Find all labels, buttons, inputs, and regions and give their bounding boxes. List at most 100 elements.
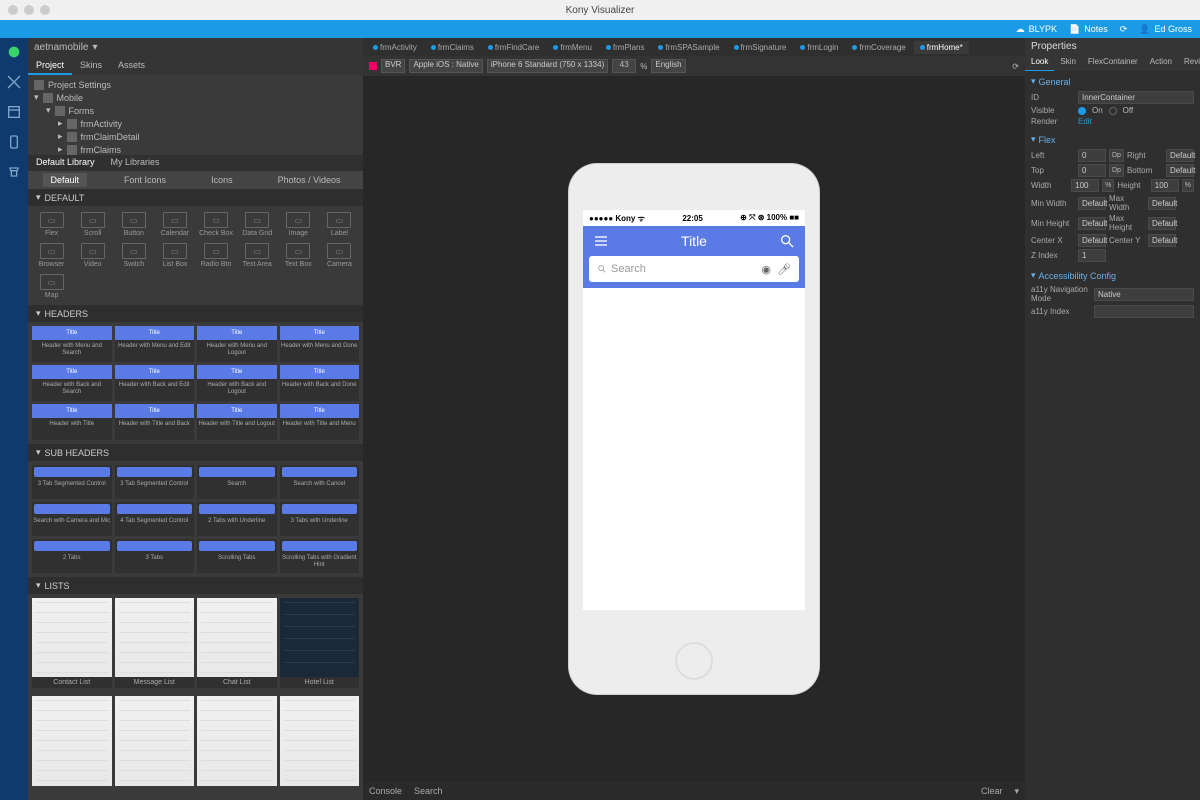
minwidth-input[interactable]: Default <box>1078 197 1106 210</box>
cat-icons[interactable]: Icons <box>203 173 241 187</box>
widget-video[interactable]: ▭Video <box>73 241 112 270</box>
subheader-template[interactable]: 2 Tabs with Underline <box>197 502 277 536</box>
zindex-input[interactable]: 1 <box>1078 249 1106 262</box>
header-template[interactable]: TitleHeader with Menu and Edit <box>115 326 195 362</box>
header-template[interactable]: TitleHeader with Back and Logout <box>197 365 277 401</box>
widget-data-grid[interactable]: ▭Data Grid <box>238 210 277 239</box>
cloud-account[interactable]: ☁ BLYPK <box>1016 24 1057 35</box>
user-account[interactable]: 👤 Ed Gross <box>1139 24 1192 35</box>
subheader-template[interactable]: 4 Tab Segmented Control <box>115 502 195 536</box>
left-input[interactable]: 0 <box>1078 149 1106 162</box>
header-template[interactable]: TitleHeader with Back and Search <box>32 365 112 401</box>
collapse-icon[interactable]: ▾ <box>1014 786 1019 797</box>
proptab-look[interactable]: Look <box>1025 55 1054 71</box>
search-icon[interactable] <box>779 233 795 249</box>
header-template[interactable]: TitleHeader with Back and Done <box>280 365 360 401</box>
store-tool-icon[interactable] <box>6 164 22 180</box>
list-template[interactable] <box>197 696 277 786</box>
form-tab-frmLogin[interactable]: frmLogin <box>794 41 844 54</box>
proptab-skin[interactable]: Skin <box>1054 55 1082 71</box>
widget-label[interactable]: ▭Label <box>320 210 359 239</box>
form-tab-frmSignature[interactable]: frmSignature <box>728 41 793 54</box>
form-tab-frmMenu[interactable]: frmMenu <box>547 41 598 54</box>
section-lists[interactable]: ▾ LISTS <box>28 577 363 594</box>
device-tool-icon[interactable] <box>6 134 22 150</box>
minheight-input[interactable]: Default <box>1078 217 1106 230</box>
list-template[interactable]: Hotel List <box>280 598 360 688</box>
section-a11y[interactable]: ▾ Accessibility Config <box>1031 267 1194 284</box>
header-template[interactable]: TitleHeader with Menu and Done <box>280 326 360 362</box>
design-tool-icon[interactable] <box>6 74 22 90</box>
id-input[interactable]: InnerContainer <box>1078 91 1194 104</box>
centerx-input[interactable]: Default <box>1078 234 1106 247</box>
header-template[interactable]: TitleHeader with Menu and Logout <box>197 326 277 362</box>
subheader-template[interactable]: Search <box>197 465 277 499</box>
tree-row[interactable]: ▾Forms <box>34 104 357 117</box>
menu-icon[interactable] <box>593 233 609 249</box>
subheader-template[interactable]: 2 Tabs <box>32 539 112 573</box>
widget-text-box[interactable]: ▭Text Box <box>279 241 318 270</box>
widget-flex[interactable]: ▭Flex <box>32 210 71 239</box>
widget-scroll[interactable]: ▭Scroll <box>73 210 112 239</box>
channel-select[interactable]: BVR <box>381 59 405 73</box>
tree-row[interactable]: ▾Mobile <box>34 91 357 104</box>
tree-row[interactable]: ▸frmClaimDetail <box>34 130 357 143</box>
console-tab[interactable]: Console <box>369 786 402 796</box>
subheader-template[interactable]: Search with Cancel <box>280 465 360 499</box>
widget-calendar[interactable]: ▭Calendar <box>155 210 194 239</box>
widget-check-box[interactable]: ▭Check Box <box>197 210 236 239</box>
list-template[interactable]: Message List <box>115 598 195 688</box>
section-subheaders[interactable]: ▾ SUB HEADERS <box>28 444 363 461</box>
header-template[interactable]: TitleHeader with Menu and Search <box>32 326 112 362</box>
widget-map[interactable]: ▭Map <box>32 272 71 301</box>
device-select[interactable]: iPhone 6 Standard (750 x 1334) <box>487 59 608 73</box>
language-select[interactable]: English <box>651 59 685 73</box>
tab-my-libraries[interactable]: My Libraries <box>103 155 168 171</box>
centery-input[interactable]: Default <box>1148 234 1176 247</box>
proptab-flex[interactable]: FlexContainer <box>1082 55 1144 71</box>
form-tab-frmHome[interactable]: frmHome* <box>914 41 969 54</box>
form-tab-frmFindCare[interactable]: frmFindCare <box>482 41 545 54</box>
header-template[interactable]: TitleHeader with Title and Logout <box>197 404 277 440</box>
tree-row[interactable]: Project Settings <box>34 79 357 91</box>
sync-icon[interactable]: ⟳ <box>1120 24 1128 35</box>
cat-photos-videos[interactable]: Photos / Videos <box>270 173 349 187</box>
tab-skins[interactable]: Skins <box>72 57 110 75</box>
widget-button[interactable]: ▭Button <box>114 210 153 239</box>
subheader-template[interactable]: 3 Tabs with Underline <box>280 502 360 536</box>
phone-screen[interactable]: ●●●●● Kony ᯤ 22:05 ⊕ ⤧ ⊛ 100% ■■ Title <box>583 210 805 610</box>
section-headers[interactable]: ▾ HEADERS <box>28 305 363 322</box>
console-search-tab[interactable]: Search <box>414 786 443 796</box>
tab-assets[interactable]: Assets <box>110 57 153 75</box>
header-template[interactable]: TitleHeader with Back and Edit <box>115 365 195 401</box>
form-tab-frmCoverage[interactable]: frmCoverage <box>846 41 911 54</box>
console-clear-button[interactable]: Clear <box>981 786 1003 796</box>
zoom-input[interactable]: 43 <box>612 59 636 73</box>
subheader-template[interactable]: Scrolling Tabs <box>197 539 277 573</box>
height-input[interactable]: 100 <box>1151 179 1179 192</box>
widget-text-area[interactable]: ▭Text Area <box>238 241 277 270</box>
canvas-stage[interactable]: ●●●●● Kony ᯤ 22:05 ⊕ ⤧ ⊛ 100% ■■ Title <box>363 76 1025 782</box>
logo-icon[interactable] <box>6 44 22 60</box>
form-tab-frmClaims[interactable]: frmClaims <box>425 41 480 54</box>
header-template[interactable]: TitleHeader with Title and Back <box>115 404 195 440</box>
window-controls[interactable] <box>8 5 50 15</box>
maxheight-input[interactable]: Default <box>1148 217 1176 230</box>
subheader-template[interactable]: 3 Tabs <box>115 539 195 573</box>
visible-radio[interactable]: OnOff <box>1078 106 1133 115</box>
right-input[interactable]: Default <box>1166 149 1194 162</box>
a11y-navmode-select[interactable]: Native <box>1094 288 1194 301</box>
section-default[interactable]: ▾ DEFAULT <box>28 189 363 206</box>
list-template[interactable] <box>115 696 195 786</box>
render-edit-link[interactable]: Edit <box>1078 117 1092 126</box>
widget-switch[interactable]: ▭Switch <box>114 241 153 270</box>
widget-camera[interactable]: ▭Camera <box>320 241 359 270</box>
cat-default[interactable]: Default <box>43 173 88 187</box>
tree-row[interactable]: ▸frmActivity <box>34 117 357 130</box>
mic-icon[interactable]: 🎤︎ <box>777 263 791 276</box>
refresh-icon[interactable]: ⟳ <box>1012 62 1019 71</box>
cat-font-icons[interactable]: Font Icons <box>116 173 174 187</box>
list-template[interactable]: Chat List <box>197 598 277 688</box>
notes-button[interactable]: 📄 Notes <box>1069 24 1108 35</box>
top-input[interactable]: 0 <box>1078 164 1106 177</box>
